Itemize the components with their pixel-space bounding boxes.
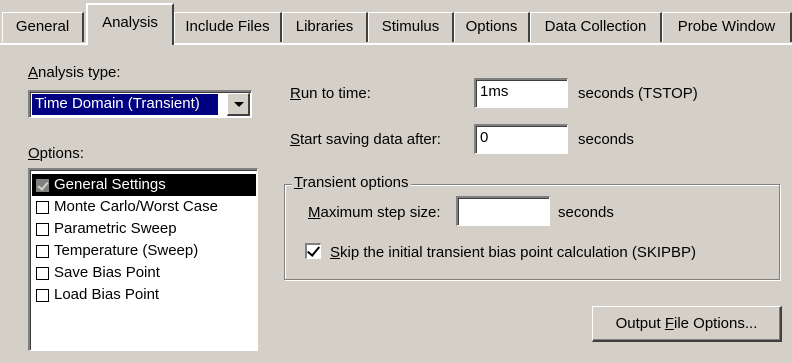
tab-options[interactable]: Options	[454, 12, 530, 42]
list-item-label: Load Bias Point	[54, 286, 160, 303]
tab-strip: General Analysis Include Files Libraries…	[0, 0, 792, 45]
checkbox-icon[interactable]	[36, 223, 49, 236]
list-item-load-bias-point[interactable]: Load Bias Point	[32, 284, 256, 306]
tab-libraries[interactable]: Libraries	[282, 12, 368, 42]
transient-options-title: Transient options	[292, 174, 411, 191]
list-item-monte-carlo[interactable]: Monte Carlo/Worst Case	[32, 196, 256, 218]
skip-bias-checkbox[interactable]	[305, 243, 321, 259]
start-saving-label-text: tart saving data after:	[300, 131, 441, 148]
analysis-type-select[interactable]: Time Domain (Transient)	[28, 90, 252, 118]
analysis-type-label-text: nalysis type:	[38, 64, 121, 81]
list-item-label: Save Bias Point	[54, 264, 160, 281]
checkbox-icon[interactable]	[36, 201, 49, 214]
chevron-down-icon	[234, 102, 244, 107]
max-step-label: Maximum step size:	[308, 204, 441, 221]
tab-probe-window[interactable]: Probe Window	[662, 12, 792, 42]
skip-bias-label[interactable]: Skip the initial transient bias point ca…	[330, 244, 696, 261]
start-saving-input[interactable]: 0	[474, 124, 568, 154]
transient-options-mnemonic: T	[294, 174, 303, 191]
run-to-time-input[interactable]: 1ms	[474, 78, 568, 108]
transient-options-title-text: ransient options	[302, 174, 409, 191]
start-saving-unit: seconds	[578, 131, 634, 148]
skip-bias-label-text: kip the initial transient bias point cal…	[340, 244, 697, 261]
run-to-time-unit: seconds (TSTOP)	[578, 85, 698, 102]
checkbox-icon[interactable]	[36, 245, 49, 258]
options-label: Options:	[28, 145, 84, 162]
list-item-temperature-sweep[interactable]: Temperature (Sweep)	[32, 240, 256, 262]
max-step-input[interactable]	[456, 196, 550, 226]
list-item-label: Parametric Sweep	[54, 220, 177, 237]
tab-analysis[interactable]: Analysis	[86, 3, 174, 45]
checkbox-icon[interactable]	[36, 267, 49, 280]
tab-general[interactable]: General	[2, 12, 84, 42]
analysis-type-mnemonic: A	[28, 64, 39, 81]
list-item-label: Monte Carlo/Worst Case	[54, 198, 218, 215]
analysis-type-label: Analysis type:	[28, 64, 121, 81]
list-item-parametric-sweep[interactable]: Parametric Sweep	[32, 218, 256, 240]
tab-stimulus[interactable]: Stimulus	[368, 12, 454, 42]
options-mnemonic: O	[28, 145, 40, 162]
max-step-label-text: aximum step size:	[320, 204, 441, 221]
list-item-label: Temperature (Sweep)	[54, 242, 199, 259]
analysis-type-value: Time Domain (Transient)	[32, 94, 218, 115]
checkbox-icon[interactable]	[36, 289, 49, 302]
max-step-unit: seconds	[558, 204, 614, 221]
max-step-mnemonic: M	[308, 204, 321, 221]
start-saving-mnemonic: S	[290, 131, 301, 148]
tab-include-files[interactable]: Include Files	[174, 12, 282, 42]
run-to-time-mnemonic: R	[290, 85, 301, 102]
skip-bias-mnemonic: S	[330, 244, 341, 261]
tab-data-collection[interactable]: Data Collection	[530, 12, 662, 42]
dropdown-button[interactable]	[227, 93, 250, 116]
button-label-end: ile Options...	[674, 315, 758, 332]
button-label-mnemonic: F	[664, 315, 674, 332]
output-file-options-button[interactable]: Output File Options...	[592, 306, 782, 342]
list-item-label: General Settings	[54, 176, 166, 193]
run-to-time-label-text: un to time:	[300, 85, 371, 102]
options-label-text: ptions:	[39, 145, 84, 162]
list-item-save-bias-point[interactable]: Save Bias Point	[32, 262, 256, 284]
start-saving-label: Start saving data after:	[290, 131, 441, 148]
list-item-general-settings[interactable]: General Settings	[32, 174, 256, 196]
options-list[interactable]: General Settings Monte Carlo/Worst Case …	[28, 168, 258, 351]
run-to-time-label: Run to time:	[290, 85, 371, 102]
button-label-start: Output	[615, 315, 665, 332]
checkbox-icon[interactable]	[36, 179, 49, 192]
